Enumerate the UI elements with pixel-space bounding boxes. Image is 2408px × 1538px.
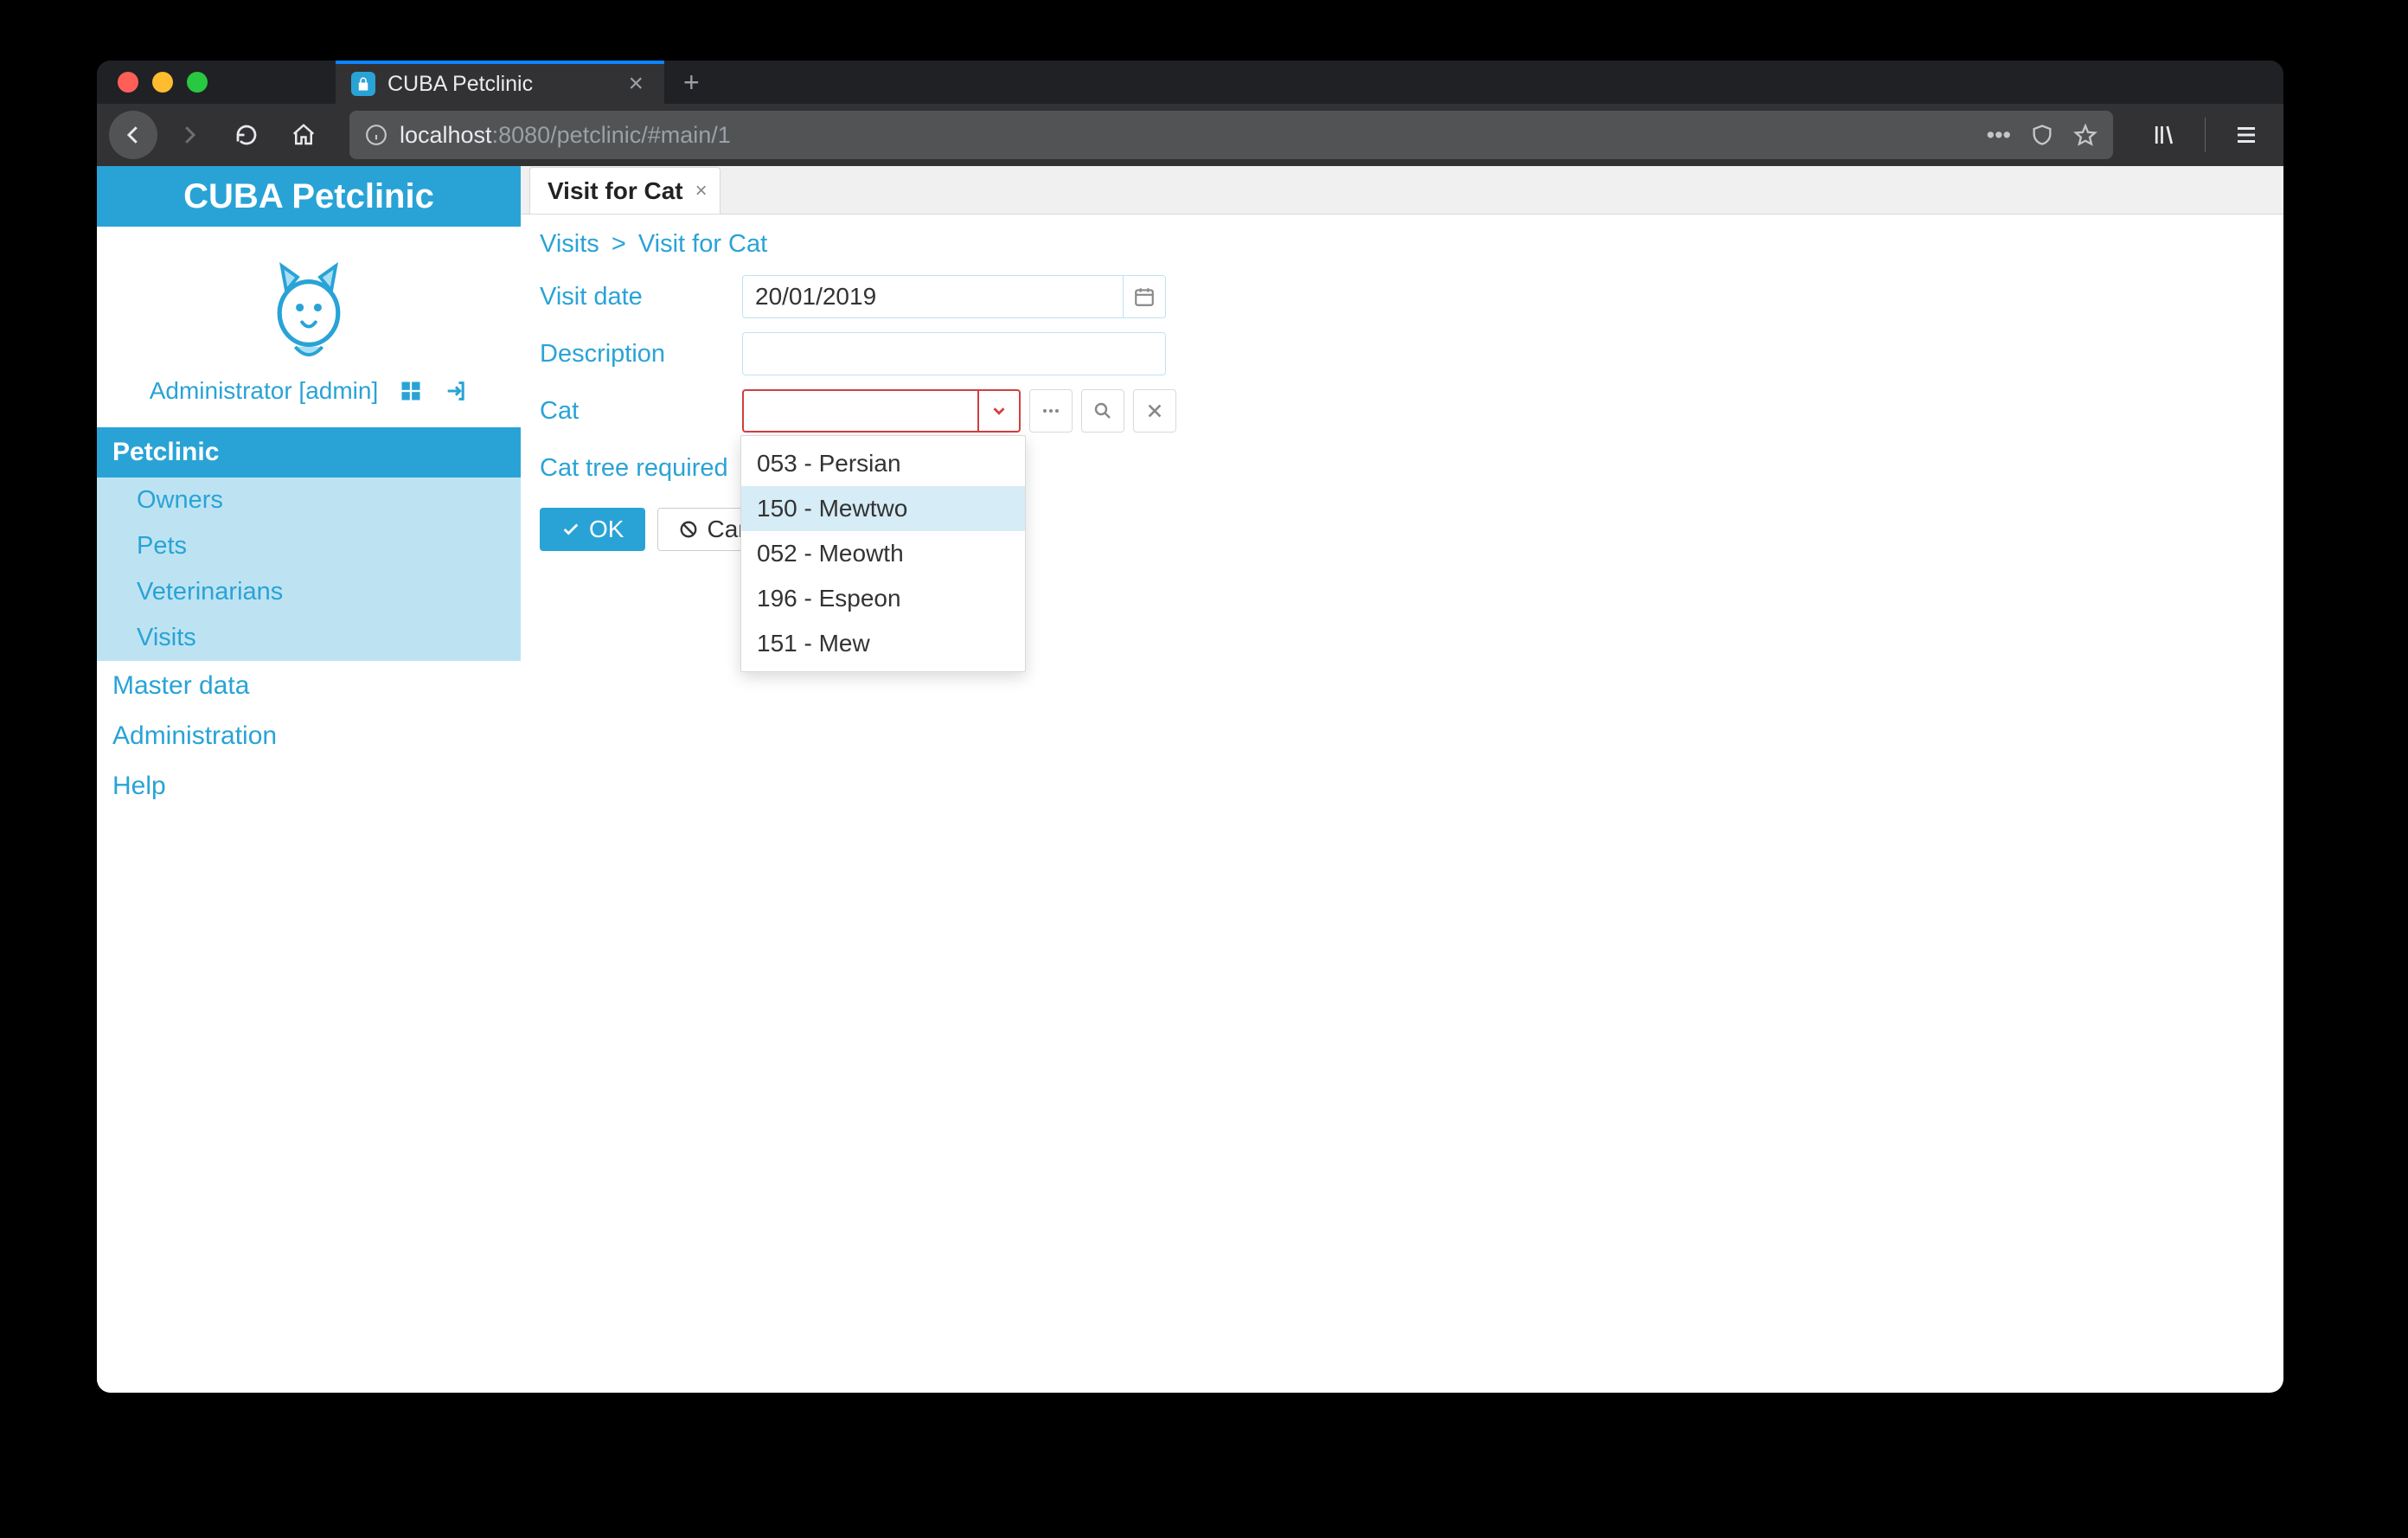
ok-button[interactable]: OK — [540, 508, 645, 551]
description-input[interactable] — [742, 332, 1166, 375]
sidebar-menu: Petclinic Owners Pets Veterinarians Visi… — [97, 427, 521, 811]
dropdown-option[interactable]: 196 - Espeon — [741, 576, 1025, 621]
tab-title: CUBA Petclinic — [387, 72, 533, 97]
sidebar-item-pets[interactable]: Pets — [97, 523, 521, 569]
app-brand: CUBA Petclinic — [97, 166, 521, 227]
home-button[interactable] — [279, 110, 329, 160]
ok-button-label: OK — [589, 516, 624, 543]
row-visit-date: Visit date — [540, 274, 2264, 319]
sidebar-item-visits[interactable]: Visits — [97, 615, 521, 661]
window-close-button[interactable] — [118, 72, 138, 93]
clear-icon[interactable] — [1133, 389, 1176, 433]
page-body: Visits > Visit for Cat Visit date Descri… — [521, 215, 2283, 561]
forward-button[interactable] — [164, 110, 215, 160]
sidebar-item-administration[interactable]: Administration — [97, 711, 521, 761]
app-viewport: CUBA Petclinic Administrator [admin] — [97, 166, 2283, 1393]
dropdown-option[interactable]: 151 - Mew — [741, 621, 1025, 666]
reader-shield-icon[interactable] — [2030, 123, 2054, 147]
hamburger-menu-icon[interactable] — [2221, 110, 2271, 160]
label-cat-tree-required: Cat tree required — [540, 454, 728, 483]
cat-input[interactable] — [742, 389, 977, 433]
user-name[interactable]: Administrator [admin] — [150, 377, 379, 405]
label-description: Description — [540, 340, 740, 368]
back-button[interactable] — [109, 111, 157, 159]
new-tab-button[interactable]: + — [664, 67, 719, 99]
label-cat: Cat — [540, 397, 740, 426]
window-controls — [109, 72, 223, 93]
workspace-tab-visit[interactable]: Visit for Cat × — [529, 167, 720, 214]
tab-favicon — [351, 72, 375, 96]
row-description: Description — [540, 331, 2264, 376]
breadcrumb-root[interactable]: Visits — [540, 230, 599, 258]
cat-dropdown: 053 - Persian 150 - Mewtwo 052 - Meowth … — [740, 435, 1026, 672]
browser-tab[interactable]: CUBA Petclinic × — [336, 61, 664, 104]
address-bar[interactable]: localhost:8080/petclinic/#main/1 ••• — [349, 111, 2113, 159]
dropdown-option[interactable]: 150 - Mewtwo — [741, 486, 1025, 531]
site-info-icon[interactable] — [365, 124, 387, 146]
ellipsis-icon[interactable] — [1029, 389, 1073, 433]
tab-close-icon[interactable]: × — [623, 69, 649, 99]
dropdown-option[interactable]: 053 - Persian — [741, 441, 1025, 486]
calendar-icon[interactable] — [1123, 275, 1166, 318]
sidebar-item-veterinarians[interactable]: Veterinarians — [97, 569, 521, 615]
sidebar-item-help[interactable]: Help — [97, 761, 521, 811]
cat-combobox — [742, 389, 1021, 433]
mascot-icon — [253, 246, 365, 358]
chevron-down-icon[interactable] — [977, 389, 1021, 433]
breadcrumb: Visits > Visit for Cat — [540, 225, 2264, 274]
search-icon[interactable] — [1081, 389, 1124, 433]
sidebar: CUBA Petclinic Administrator [admin] — [97, 166, 521, 1393]
workspace-tab-label: Visit for Cat — [548, 177, 683, 205]
page-actions-icon[interactable]: ••• — [1987, 122, 2011, 149]
logo-area — [97, 227, 521, 372]
bookmark-star-icon[interactable] — [2073, 123, 2097, 147]
workspace-tabs: Visit for Cat × — [521, 166, 2283, 215]
sidebar-item-owners[interactable]: Owners — [97, 477, 521, 523]
breadcrumb-current: Visit for Cat — [638, 230, 767, 258]
library-icon[interactable] — [2139, 110, 2189, 160]
url-text: localhost:8080/petclinic/#main/1 — [400, 122, 731, 149]
reload-button[interactable] — [221, 110, 272, 160]
visit-date-input[interactable] — [742, 275, 1123, 318]
sidebar-item-master-data[interactable]: Master data — [97, 661, 521, 711]
workspace-tab-close-icon[interactable]: × — [695, 179, 708, 203]
main-area: Visit for Cat × Visits > Visit for Cat V… — [521, 166, 2283, 1393]
window-minimize-button[interactable] — [152, 72, 173, 93]
dashboard-icon[interactable] — [399, 379, 423, 403]
browser-tabstrip: CUBA Petclinic × + — [97, 61, 2283, 104]
logout-icon[interactable] — [444, 379, 468, 403]
sidebar-item-petclinic[interactable]: Petclinic — [97, 427, 521, 477]
check-icon — [561, 520, 580, 539]
window-maximize-button[interactable] — [187, 72, 208, 93]
breadcrumb-sep: > — [606, 230, 631, 258]
browser-window: CUBA Petclinic × + localhost:8080/petcli… — [97, 61, 2283, 1393]
user-bar: Administrator [admin] — [97, 372, 521, 427]
cancel-icon — [679, 520, 698, 539]
label-visit-date: Visit date — [540, 283, 740, 311]
row-cat: Cat — [540, 388, 2264, 433]
browser-toolbar: localhost:8080/petclinic/#main/1 ••• — [97, 104, 2283, 166]
dropdown-option[interactable]: 052 - Meowth — [741, 531, 1025, 576]
